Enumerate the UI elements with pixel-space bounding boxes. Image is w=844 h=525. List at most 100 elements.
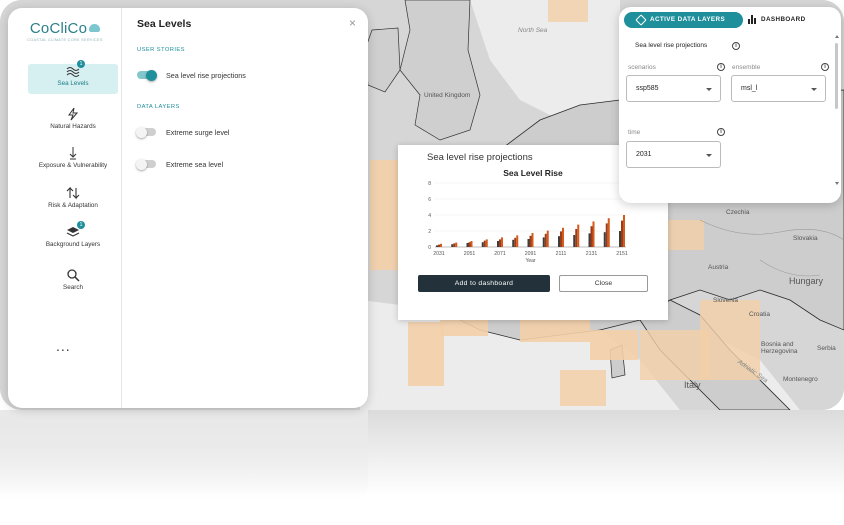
chart-bar — [512, 239, 515, 247]
chart-bar — [562, 227, 564, 247]
chart-bar — [546, 230, 549, 247]
map-label-czechia: Czechia — [726, 209, 750, 216]
map-label-slovakia: Slovakia — [793, 235, 818, 242]
chart-bar — [607, 218, 610, 247]
chart-bar — [619, 231, 621, 247]
sidebar-item-exposure-vulnerability[interactable]: Exposure & Vulnerability — [28, 146, 118, 176]
arrow-down-icon — [66, 146, 80, 160]
chart-bar — [499, 239, 501, 247]
chart-bar — [483, 240, 486, 247]
reflection-panel — [0, 410, 368, 500]
close-popup-button[interactable]: Close — [559, 275, 648, 292]
y-tick-label: 4 — [428, 213, 431, 219]
map-label-montenegro: Montenegro — [783, 376, 818, 383]
sidebar: CoCliCo COASTAL CLIMATE CORE SERVICES 1 … — [8, 8, 122, 408]
sidebar-item-label: Natural Hazards — [50, 123, 96, 130]
sidebar-item-sea-levels[interactable]: 1 Sea Levels — [28, 60, 118, 94]
time-info-icon[interactable]: i — [717, 128, 725, 136]
map-label-croatia: Croatia — [749, 311, 770, 318]
tab-dashboard[interactable]: DASHBOARD — [748, 15, 806, 24]
chevron-down-icon — [706, 88, 712, 91]
background-layers-badge: 1 — [77, 221, 85, 229]
user-stories-heading: USER STORIES — [137, 47, 185, 53]
chevron-down-icon — [811, 88, 817, 91]
chart-bar — [603, 232, 606, 247]
chart-bar — [590, 226, 593, 247]
sidebar-item-label: Exposure & Vulnerability — [38, 162, 108, 169]
close-panel-button[interactable]: × — [349, 16, 356, 30]
screenshot-stage: North Sea United Kingdom Czechia Slovaki… — [0, 0, 844, 525]
x-tick-label: 2151 — [616, 251, 628, 257]
x-tick-label: 2111 — [556, 251, 567, 257]
scenarios-info-icon[interactable]: i — [717, 63, 725, 71]
sidebar-item-label: Background Layers — [45, 241, 101, 248]
chart-bar — [531, 233, 534, 247]
panel-scrollbar[interactable] — [835, 35, 839, 185]
scroll-up-arrow-icon[interactable] — [835, 35, 839, 38]
sidebar-item-risk-adaptation[interactable]: Risk & Adaptation — [28, 186, 118, 216]
sea-level-rise-projections-toggle[interactable] — [137, 69, 157, 81]
chart-bar — [605, 223, 608, 247]
chart-bar — [436, 245, 438, 247]
app-logo[interactable]: CoCliCo COASTAL CLIMATE CORE SERVICES — [22, 20, 108, 42]
scroll-down-arrow-icon[interactable] — [835, 182, 839, 185]
layers-panel: CoCliCo COASTAL CLIMATE CORE SERVICES 1 … — [8, 8, 368, 408]
chart-bar — [516, 235, 519, 247]
info-icon[interactable]: i — [732, 42, 740, 50]
chart-bar — [621, 220, 623, 247]
swap-arrows-icon — [66, 186, 80, 200]
layers-icon: 1 — [66, 221, 85, 239]
sea-levels-content: Sea Levels × USER STORIES Sea level rise… — [122, 8, 368, 408]
layer-heading: Sea level rise projections — [635, 42, 708, 49]
tab-active-data-layers[interactable]: ACTIVE DATA LAYERS — [624, 12, 743, 28]
sidebar-item-natural-hazards[interactable]: Natural Hazards — [28, 107, 118, 137]
chart-bar — [497, 241, 499, 247]
chart-bar — [501, 237, 503, 247]
more-menu-button[interactable]: ... — [56, 338, 71, 354]
user-story-row[interactable]: Sea level rise projections — [137, 69, 246, 81]
ensemble-label: ensemble — [732, 64, 761, 71]
ensemble-info-icon[interactable]: i — [821, 63, 829, 71]
map-label-italy: Italy — [684, 380, 701, 390]
chart-bar — [592, 221, 595, 247]
x-tick-label: 2091 — [525, 251, 537, 257]
scrollbar-thumb[interactable] — [835, 43, 838, 109]
extreme-sea-level-toggle[interactable] — [136, 158, 156, 170]
chart-bar — [527, 239, 530, 247]
chart-bar — [514, 237, 517, 247]
ensemble-value: msl_l — [741, 85, 758, 92]
time-select[interactable]: 2031 — [626, 141, 721, 168]
map-label-hungary: Hungary — [789, 276, 824, 286]
chart-bar — [468, 242, 471, 247]
chart-bar — [544, 233, 547, 247]
lightning-icon — [66, 107, 80, 121]
ensemble-select[interactable]: msl_l — [731, 75, 826, 102]
chart-bar — [470, 241, 473, 247]
map-label-united-kingdom: United Kingdom — [424, 92, 471, 99]
chart-bar — [623, 215, 625, 247]
add-to-dashboard-button[interactable]: Add to dashboard — [418, 275, 550, 292]
sidebar-item-search[interactable]: Search — [28, 268, 118, 298]
sea-levels-badge: 1 — [77, 60, 85, 68]
scenarios-select[interactable]: ssp585 — [626, 75, 721, 102]
x-tick-label: 2031 — [433, 251, 445, 257]
chart-bar — [455, 242, 458, 247]
chart-bar — [573, 235, 576, 247]
data-layer-row[interactable]: Extreme surge level — [136, 126, 230, 138]
time-label: time — [628, 129, 641, 136]
scenarios-value: ssp585 — [636, 85, 659, 92]
y-tick-label: 8 — [428, 181, 431, 187]
toggle-label: Extreme surge level — [166, 127, 230, 137]
map-label-serbia: Serbia — [817, 345, 836, 352]
layers-icon — [635, 14, 647, 26]
active-data-layers-panel: ACTIVE DATA LAYERS DASHBOARD Sea level r… — [619, 7, 841, 203]
data-layer-row[interactable]: Extreme sea level — [136, 158, 223, 170]
y-tick-label: 2 — [428, 229, 431, 235]
sidebar-item-label: Sea Levels — [57, 80, 89, 87]
logo-name: CoCliCo — [29, 20, 88, 37]
chart-bar — [577, 224, 580, 247]
chart-bar — [542, 237, 545, 247]
sidebar-item-background-layers[interactable]: 1 Background Layers — [28, 221, 118, 255]
x-axis-label: Year — [525, 258, 535, 264]
extreme-surge-level-toggle[interactable] — [136, 126, 156, 138]
